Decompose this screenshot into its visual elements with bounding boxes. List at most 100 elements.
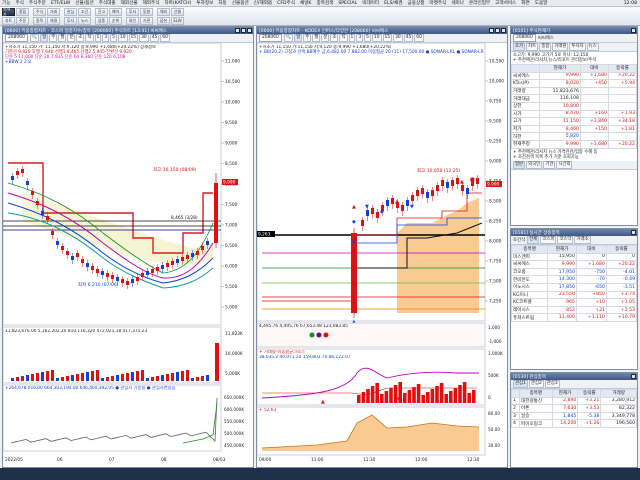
quote-row[interactable]: 시가 8,470 +160 +1.93 xyxy=(511,109,638,119)
quote-sub-tab[interactable]: 일반 xyxy=(513,160,526,169)
menu-item[interactable]: CFD주식 xyxy=(277,0,295,6)
close-icon[interactable] xyxy=(501,28,506,33)
ranking-row[interactable]: 이노시스 17,850 -650 -3.51 xyxy=(510,282,638,292)
favorites-row[interactable]: 2 아톤 7,630 +3.53 82,322 xyxy=(511,404,637,413)
period-chip[interactable]: 3 xyxy=(102,34,110,42)
quote-row[interactable]: 고가 11,150 +2,840 +34.18 xyxy=(511,117,638,126)
ranking-row[interactable]: 씨씨에스 9,990 +1,680 +20.22 xyxy=(510,260,638,269)
quote-tab[interactable]: 종합 xyxy=(539,43,552,51)
quote-row[interactable]: KTcs(P) 8,020 +450 +5.94 xyxy=(511,79,638,88)
ranking-row[interactable]: 레이시스 852 +21 +2.53 xyxy=(510,305,638,315)
toolbar-button[interactable]: 해외 xyxy=(157,7,170,16)
period-chip[interactable]: 초 xyxy=(330,34,339,42)
quote-row[interactable]: 상한 10,800 xyxy=(511,101,638,111)
period-chip[interactable]: 틱 xyxy=(339,34,348,42)
ranking-row[interactable]: 한미반도 14,300 -70 -0.49 xyxy=(510,275,638,284)
toolbar-button[interactable]: 순위 xyxy=(109,16,122,25)
minimize-icon[interactable] xyxy=(235,28,240,33)
period-chip[interactable]: 45 xyxy=(403,34,414,42)
toolbar-button[interactable]: 관심 xyxy=(64,7,77,16)
toolbar-button[interactable]: 거래 xyxy=(47,7,60,16)
toolbar-button[interactable]: 잔고 xyxy=(95,7,108,16)
left-chart-titlebar[interactable]: [0600] 키움종합차트 - 코스피 업종지수/종목 [208060] 주식차… xyxy=(3,27,253,34)
ranking-tab[interactable]: 거래소 xyxy=(574,236,591,244)
period-chip[interactable]: 월 xyxy=(58,34,67,42)
menu-item[interactable]: 자동 xyxy=(218,0,226,6)
favorites-tab[interactable]: 관심3 xyxy=(544,380,560,388)
quote-row[interactable]: 거래량 11,823,676 xyxy=(511,86,638,96)
menu-item[interactable]: 주식주문 xyxy=(29,0,46,6)
favorites-tab[interactable]: 관심1 xyxy=(513,380,528,388)
close-icon[interactable] xyxy=(631,28,636,33)
ranking-row[interactable]: KC코트렐 965 +10 +1.05 xyxy=(510,298,638,307)
menu-item[interactable]: 도움말 xyxy=(535,0,548,6)
menu-item[interactable]: 해외선물 xyxy=(121,0,138,6)
quote-tab[interactable]: 투자자 xyxy=(569,43,586,51)
toolbar-button[interactable]: 차트 xyxy=(2,16,15,25)
toolbar-button[interactable]: ELW xyxy=(171,16,184,25)
mid-chart-titlebar[interactable]: [0600] 키움종합차트 - KODEX 인버스/다양한 [208060] 씨… xyxy=(257,27,507,34)
quote-row[interactable]: 현재추정 9,990 +1,680 +20.22 xyxy=(511,139,638,149)
maximize-icon[interactable] xyxy=(241,28,246,33)
left-chart-canvas[interactable]: 최고 10,150 (08/09) 최저 6,210 (07/06) 8,465… xyxy=(3,43,253,467)
minimize-icon[interactable] xyxy=(489,28,494,33)
period-chip[interactable]: 60 xyxy=(160,34,170,42)
ranking-row[interactable]: 미스앤피 15,950 0 0 xyxy=(510,252,638,262)
period-chip[interactable]: 1 xyxy=(94,34,102,42)
period-chip[interactable]: 틱 xyxy=(85,34,94,42)
menu-item[interactable]: 선물옵션 xyxy=(232,0,249,6)
period-chip[interactable]: 15 xyxy=(128,34,139,42)
quote-titlebar[interactable]: [0101] 주식현재가 xyxy=(511,27,637,34)
period-chip[interactable]: 1 xyxy=(348,34,356,42)
period-chip[interactable]: 30 xyxy=(393,34,403,42)
ranking-row[interactable]: 퓨쳐스트림 11,400 +1,110 +10.79 xyxy=(510,313,638,322)
period-chip[interactable]: 30 xyxy=(139,34,149,42)
menu-item[interactable]: 주식 xyxy=(15,0,23,6)
menu-item[interactable]: ETF/ELW xyxy=(51,1,70,6)
search-icon[interactable]: 🔍 xyxy=(29,34,40,42)
quote-row[interactable]: 저가 8,460 +150 +1.81 xyxy=(511,124,638,134)
toolbar-button[interactable]: 투자 xyxy=(126,7,139,16)
quote-tab[interactable]: 차트 xyxy=(526,43,539,51)
close-icon[interactable] xyxy=(631,374,636,379)
close-icon[interactable] xyxy=(631,230,636,235)
mid-code-input[interactable]: 208060 xyxy=(259,34,282,42)
period-chip[interactable]: 10 xyxy=(117,34,128,42)
toolbar-button[interactable]: 업종 xyxy=(95,16,108,25)
menu-item[interactable]: SPECIAL xyxy=(338,1,357,6)
quote-tab[interactable]: 거래원 xyxy=(552,43,569,51)
toolbar-button[interactable]: 주문 xyxy=(16,16,29,25)
menu-item[interactable]: 해외주식 xyxy=(143,0,160,6)
ranking-row[interactable]: KG이니 23,550 +850 +3.74 xyxy=(510,290,638,300)
toolbar-button[interactable]: 종합 xyxy=(16,7,29,16)
period-chip[interactable]: 15 xyxy=(382,34,393,42)
period-chip[interactable]: 분 xyxy=(321,34,330,42)
menu-item[interactable]: 세미나 xyxy=(451,0,464,6)
maximize-icon[interactable] xyxy=(495,28,500,33)
period-chip[interactable]: 주 xyxy=(303,34,312,42)
toolbar-button[interactable]: 현재가 xyxy=(2,6,15,17)
menu-item[interactable]: 주식대출 xyxy=(99,0,116,6)
period-chip[interactable]: 60 xyxy=(414,34,424,42)
ranking-titlebar[interactable]: [0181] 실시간 상승종목 xyxy=(511,229,637,236)
period-chip[interactable]: 일 xyxy=(40,34,49,42)
menu-item[interactable]: 금융상품 xyxy=(408,0,425,6)
period-chip[interactable]: 주 xyxy=(49,34,58,42)
favorites-titlebar[interactable]: [0130] 관심종목 xyxy=(511,373,637,380)
toolbar-button[interactable]: 주식 xyxy=(33,7,46,16)
menu-item[interactable]: 마켓주식 xyxy=(429,0,446,6)
quote-row[interactable]: 거래대금 116,108 xyxy=(511,94,638,103)
period-chip[interactable]: 3 xyxy=(356,34,364,42)
quote-sub-tab[interactable]: 시간외 xyxy=(556,160,573,169)
ranking-tab[interactable]: 코스닥 xyxy=(557,236,574,244)
quote-row[interactable]: 씨씨에스 9,990 +1,680 +20.22 xyxy=(511,71,638,81)
toolbar-button[interactable]: 예약 xyxy=(109,7,122,16)
toolbar-button[interactable]: 종목 xyxy=(33,16,46,25)
quote-tab[interactable]: 뉴스 xyxy=(586,43,599,51)
quote-sub-tab[interactable]: 기관 xyxy=(543,160,556,169)
period-chip[interactable]: 45 xyxy=(149,34,160,42)
toolbar-button[interactable]: 기관 xyxy=(140,16,153,25)
menu-item[interactable]: 종목검색 xyxy=(316,0,333,6)
favorites-tab[interactable]: 관심2 xyxy=(528,380,544,388)
period-chip[interactable]: 일 xyxy=(294,34,303,42)
